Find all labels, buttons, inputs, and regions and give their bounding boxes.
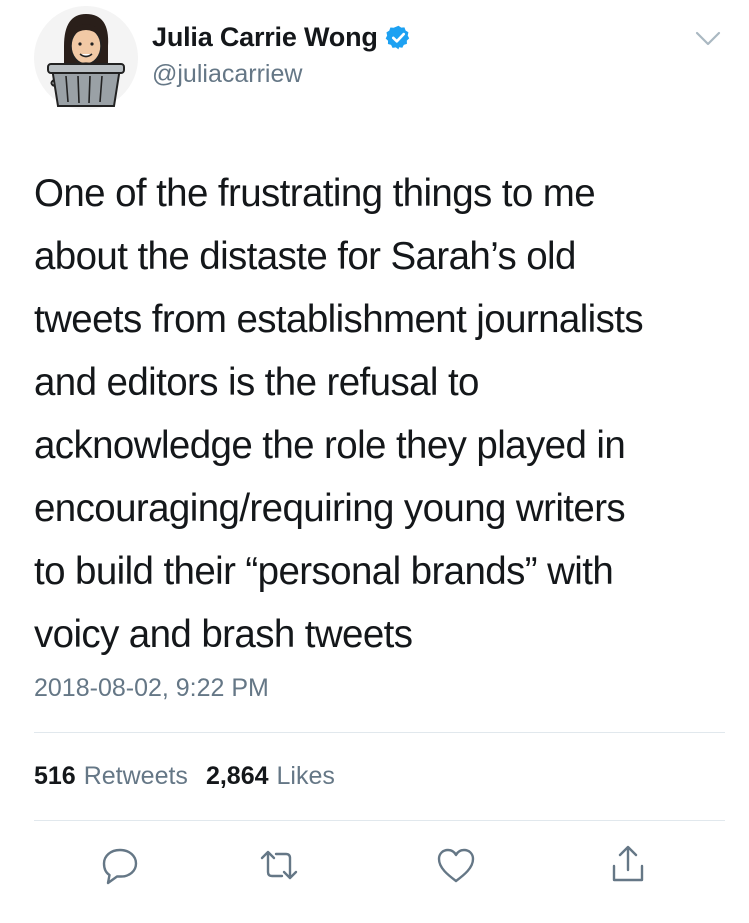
tweet-text: One of the frustrating things to me abou…	[34, 172, 644, 656]
tweet-stats: 516 Retweets 2,864 Likes	[34, 762, 335, 791]
verified-badge-icon	[385, 25, 409, 50]
like-icon	[437, 848, 475, 883]
share-icon	[612, 845, 644, 882]
likes-count[interactable]: 2,864	[206, 762, 269, 791]
retweet-button[interactable]	[256, 842, 302, 888]
divider	[34, 732, 725, 733]
avatar-illustration	[34, 6, 138, 110]
author-display-name[interactable]: Julia Carrie Wong	[152, 22, 378, 53]
tweet-detail: Julia Carrie Wong @juliacarriew One of t…	[0, 0, 749, 923]
divider	[34, 820, 725, 821]
tweet-timestamp[interactable]: 2018-08-02, 9:22 PM	[34, 674, 269, 703]
reply-icon	[102, 848, 138, 885]
retweets-count[interactable]: 516	[34, 762, 76, 791]
author-name-row[interactable]: Julia Carrie Wong	[152, 22, 412, 53]
like-button[interactable]	[433, 842, 479, 888]
avatar[interactable]	[34, 6, 138, 110]
retweets-label[interactable]: Retweets	[84, 762, 188, 791]
chevron-down-icon[interactable]	[695, 30, 721, 48]
retweet-icon	[260, 850, 298, 880]
likes-label[interactable]: Likes	[277, 762, 335, 791]
action-bar	[0, 842, 749, 892]
reply-button[interactable]	[97, 842, 143, 888]
author-handle[interactable]: @juliacarriew	[152, 60, 302, 89]
share-button[interactable]	[605, 842, 651, 888]
